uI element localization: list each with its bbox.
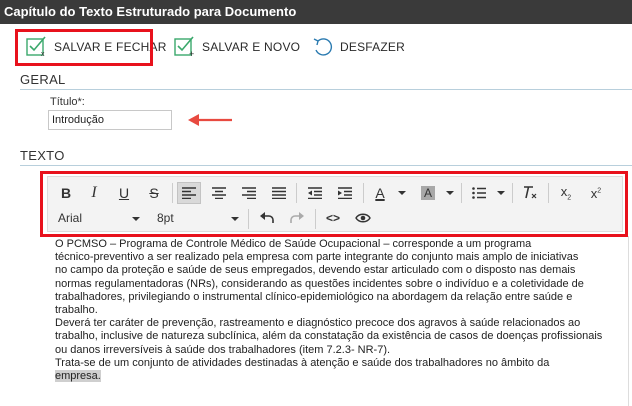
editor-line-wrap: empresa.: [55, 370, 625, 383]
editor-line: trabalho, inclusive de natureza subclíni…: [55, 330, 603, 343]
editor-line: trabalhadores, privilegiando o instrumen…: [55, 290, 573, 303]
svg-text:+: +: [189, 49, 194, 58]
selected-text: empresa.: [55, 370, 101, 383]
undo-icon: [313, 38, 333, 56]
undo-button[interactable]: DESFAZER: [312, 34, 405, 60]
save-new-label: SALVAR E NOVO: [202, 40, 301, 54]
editor-line: técnico-preventivo a ser realizado pela …: [55, 251, 579, 264]
section-general: GERAL: [20, 72, 66, 87]
highlight-box-toolbar: [40, 171, 628, 237]
editor-scroll-edge: [628, 236, 629, 406]
editor-line: O PCMSO – Programa de Controle Médico de…: [55, 238, 532, 250]
save-new-button[interactable]: + SALVAR E NOVO: [174, 34, 300, 60]
editor-line: Trata-se de um conjunto de atividades de…: [55, 356, 550, 369]
section-divider: [20, 89, 632, 90]
editor-line: ou danos irreversíveis à saúde dos traba…: [55, 343, 391, 356]
editor-line: no campo da proteção e saúde de seus emp…: [55, 264, 576, 277]
check-add-icon: +: [174, 36, 194, 58]
section-divider: [20, 165, 632, 166]
editor-line: normas regulamentadoras (NRs), considera…: [55, 277, 584, 290]
undo-label: DESFAZER: [340, 40, 405, 54]
editor-line: Deverá ter caráter de prevenção, rastrea…: [55, 317, 581, 330]
section-text: TEXTO: [20, 148, 65, 163]
highlight-box-save: [15, 29, 153, 66]
editor-content[interactable]: O PCMSO – Programa de Controle Médico de…: [55, 238, 625, 383]
arrow-annotation-icon: [188, 114, 232, 126]
window-title: Capítulo do Texto Estruturado para Docum…: [0, 0, 632, 24]
title-input[interactable]: [48, 110, 172, 130]
editor-line: trabalho.: [55, 304, 98, 317]
title-label: Título*:: [50, 96, 85, 108]
